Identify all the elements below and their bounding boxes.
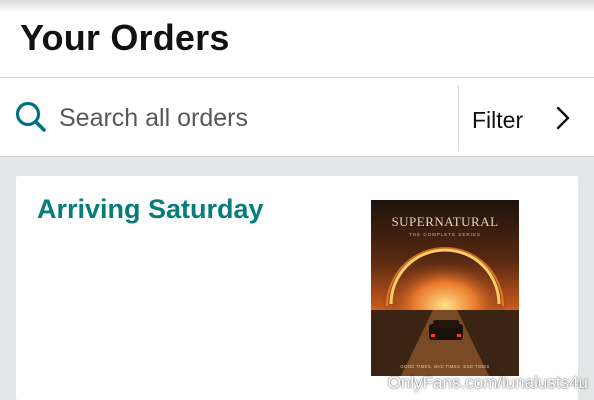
- search-bar: Search all orders Filter: [0, 77, 594, 157]
- search-icon: [14, 100, 48, 134]
- filter-label: Filter: [472, 107, 524, 133]
- watermark-text: OnlyFans.com/lunalusts4u: [387, 373, 588, 392]
- filter-button[interactable]: Filter: [459, 78, 594, 156]
- top-shadow: [0, 0, 594, 12]
- order-status: Arriving Saturday: [37, 194, 264, 224]
- page-title: Your Orders: [20, 17, 230, 58]
- search-input[interactable]: Search all orders: [0, 78, 458, 156]
- svg-text:THE COMPLETE SERIES: THE COMPLETE SERIES: [409, 232, 481, 237]
- search-placeholder: Search all orders: [59, 104, 248, 132]
- order-card[interactable]: Arriving Saturday SUPERNATURAL THE COMPL…: [16, 176, 578, 400]
- svg-text:GOOD TIMES, BAD TIMES, END TIM: GOOD TIMES, BAD TIMES, END TIMES: [400, 364, 489, 369]
- product-image[interactable]: SUPERNATURAL THE COMPLETE SERIES GOOD TI…: [371, 200, 519, 376]
- svg-text:SUPERNATURAL: SUPERNATURAL: [391, 214, 498, 229]
- chevron-right-icon: [553, 104, 573, 132]
